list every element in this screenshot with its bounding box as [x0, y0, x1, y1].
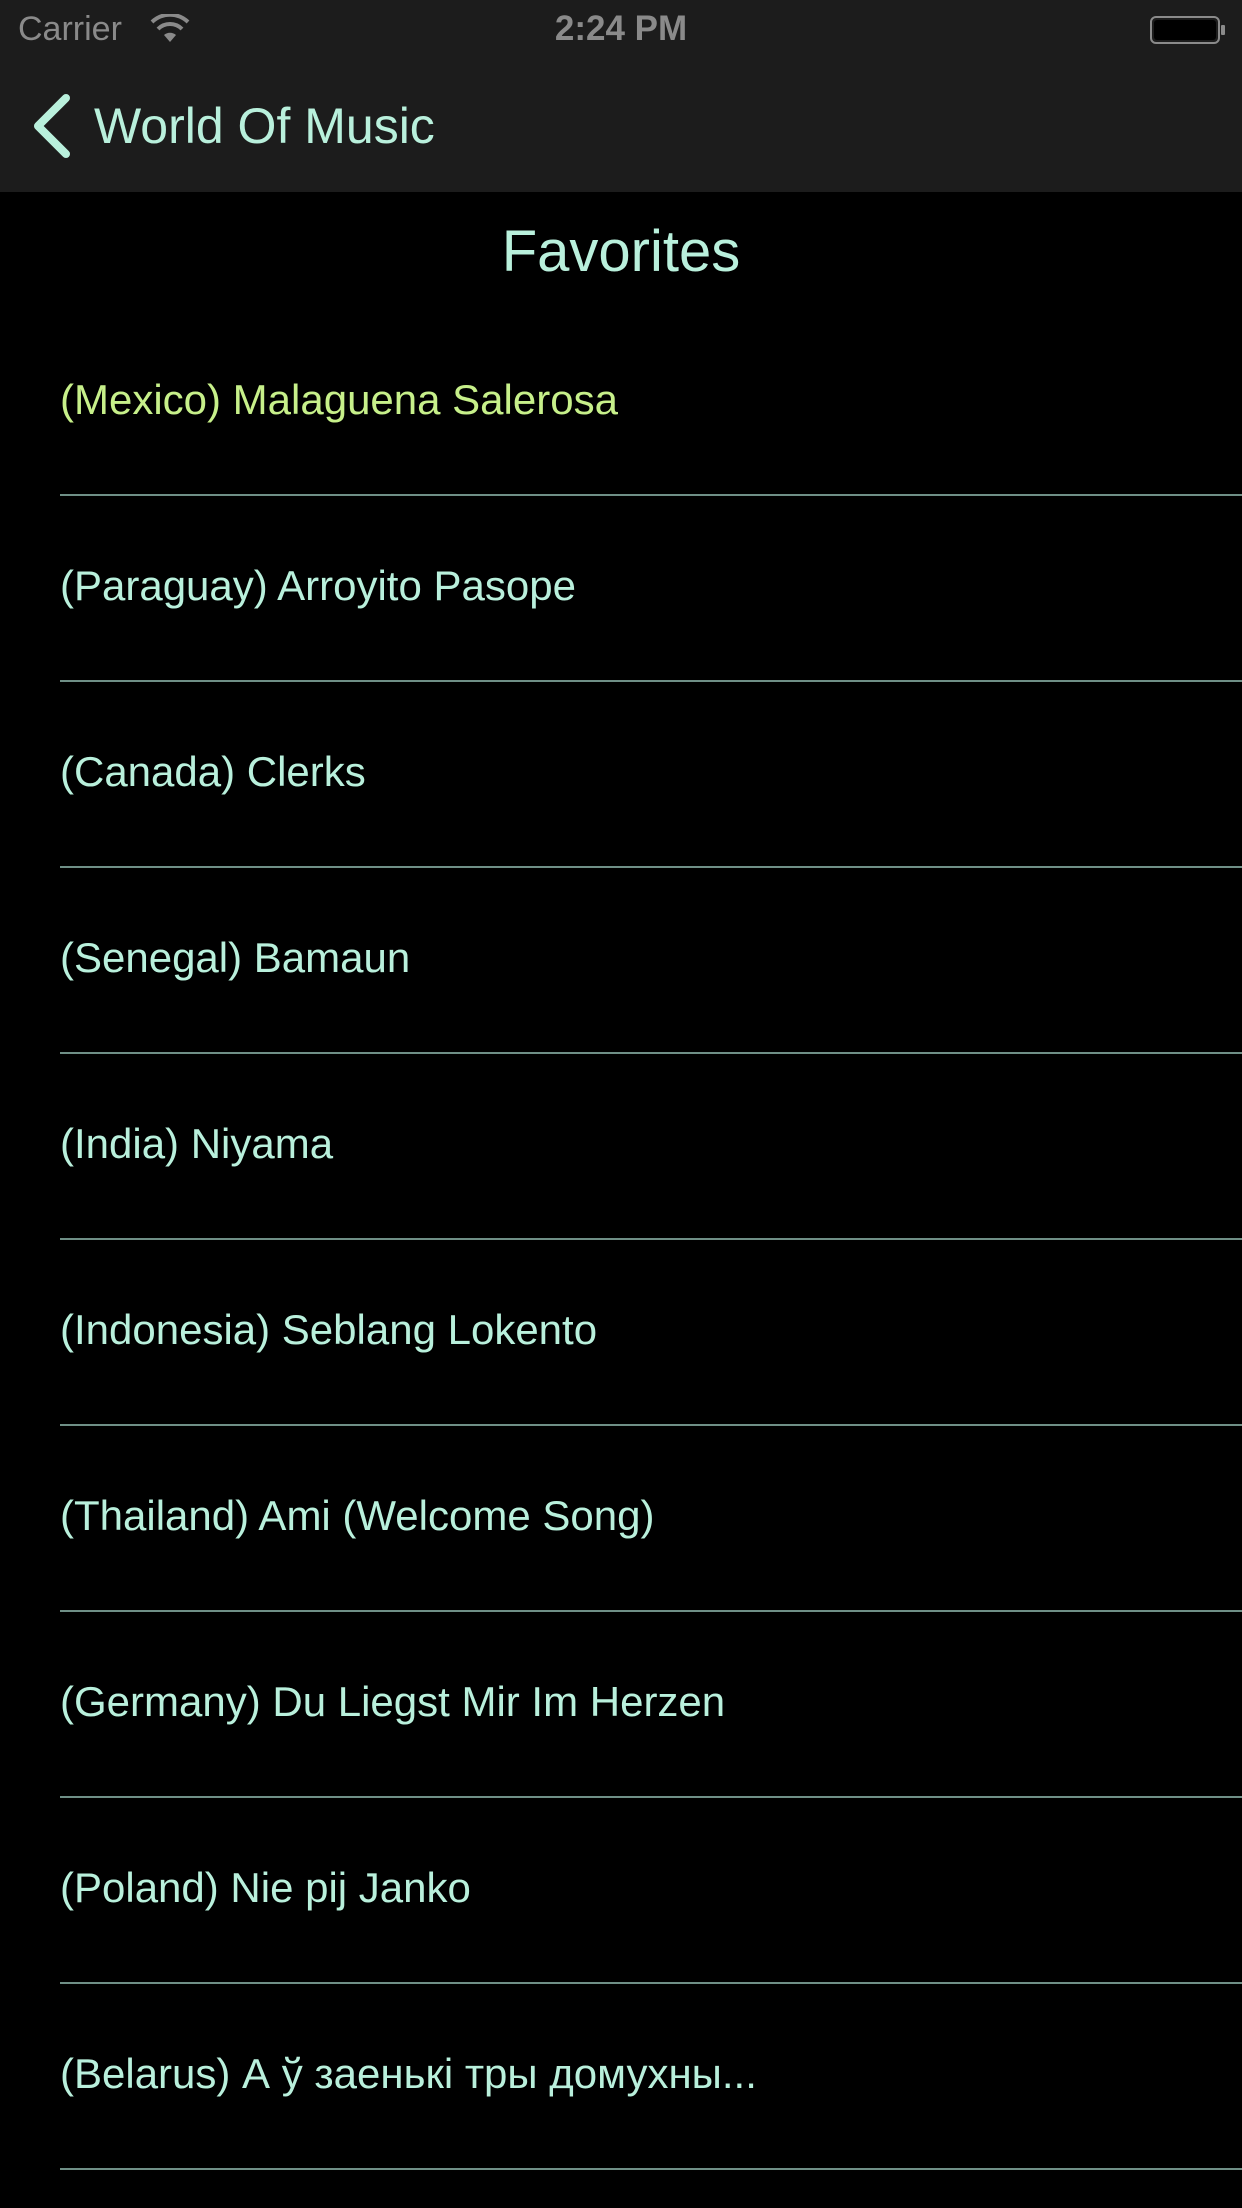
chevron-left-icon: [34, 94, 70, 158]
song-title: (Paraguay) Arroyito Pasope: [60, 562, 576, 609]
top-bar: Carrier 2:24 PM World Of Music: [0, 0, 1242, 192]
song-title: (Indonesia) Seblang Lokento: [60, 1306, 598, 1353]
song-title: (Germany) Du Liegst Mir Im Herzen: [60, 1678, 726, 1725]
status-bar: Carrier 2:24 PM: [0, 0, 1242, 60]
status-time: 2:24 PM: [554, 9, 688, 48]
song-row[interactable]: (Paraguay) Arroyito Pasope: [0, 496, 1242, 682]
song-row[interactable]: (Mexico) Malaguena Salerosa: [0, 310, 1242, 496]
song-row[interactable]: (India) Niyama: [0, 1054, 1242, 1240]
favorites-list: (Mexico) Malaguena Salerosa (Paraguay) A…: [0, 310, 1242, 2170]
song-title: (Canada) Clerks: [60, 748, 366, 795]
back-button[interactable]: World Of Music: [30, 90, 435, 162]
row-divider: [60, 2168, 1242, 2170]
song-row[interactable]: (Senegal) Bamaun: [0, 868, 1242, 1054]
song-row[interactable]: (Thailand) Ami (Welcome Song): [0, 1426, 1242, 1612]
song-title: (Thailand) Ami (Welcome Song): [60, 1492, 655, 1539]
song-row[interactable]: (Canada) Clerks: [0, 682, 1242, 868]
navigation-bar: World Of Music: [0, 60, 1242, 192]
song-row[interactable]: (Indonesia) Seblang Lokento: [0, 1240, 1242, 1426]
song-title: (Poland) Nie pij Janko: [60, 1864, 471, 1911]
song-row[interactable]: (Poland) Nie pij Janko: [0, 1798, 1242, 1984]
song-title: (Belarus) А ў заенькі тры домухны...: [60, 2050, 757, 2097]
song-row[interactable]: (Germany) Du Liegst Mir Im Herzen: [0, 1612, 1242, 1798]
page-title: Favorites: [501, 219, 741, 284]
song-title: (Mexico) Malaguena Salerosa: [60, 376, 618, 423]
back-button-label: World Of Music: [94, 98, 435, 154]
battery-icon: [1150, 16, 1225, 44]
song-title: (India) Niyama: [60, 1120, 334, 1167]
song-row[interactable]: (Belarus) А ў заенькі тры домухны...: [0, 1984, 1242, 2170]
song-title: (Senegal) Bamaun: [60, 934, 411, 981]
